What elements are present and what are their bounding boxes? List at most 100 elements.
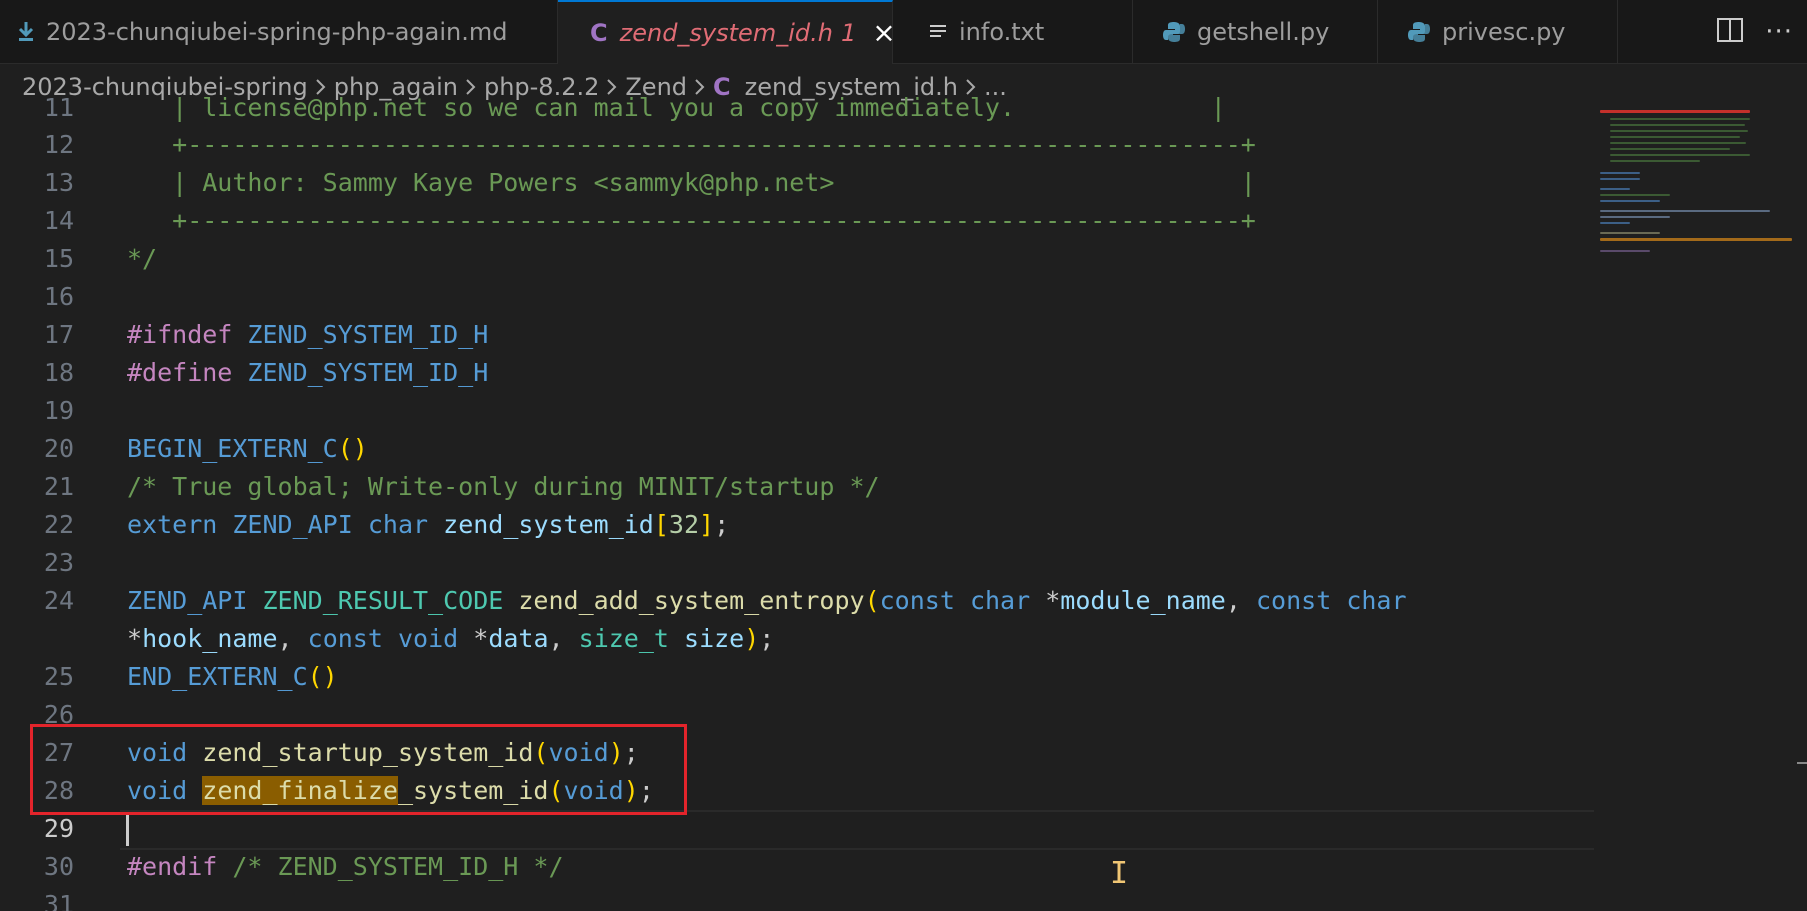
- minimap-line: [1610, 154, 1750, 156]
- code-line: #ifndef ZEND_SYSTEM_ID_H: [127, 316, 488, 354]
- minimap-line: [1610, 118, 1750, 120]
- token: data: [488, 624, 549, 653]
- line-number: 20: [43, 434, 74, 463]
- chevron-right-icon: [606, 78, 618, 96]
- vertical-scrollbar[interactable]: [1793, 110, 1807, 911]
- code-line: +---------------------------------------…: [127, 130, 1256, 159]
- minimap-line: [1600, 222, 1630, 224]
- code-line: +---------------------------------------…: [127, 206, 1256, 235]
- chevron-right-icon: [694, 78, 706, 96]
- line-number: 16: [43, 282, 74, 311]
- chevron-right-icon: [965, 78, 977, 96]
- annotation-highlight-box: [30, 724, 687, 815]
- line-number: 31: [43, 890, 74, 911]
- token: zend_add_system_entropy: [518, 586, 865, 615]
- line-number: 18: [43, 358, 74, 387]
- code-line: #define ZEND_SYSTEM_ID_H: [127, 354, 488, 392]
- minimap-line: [1600, 194, 1670, 196]
- code-line: */: [127, 244, 158, 273]
- line-number: 12: [43, 130, 74, 159]
- token: zend_system_id: [443, 510, 654, 539]
- token: void: [397, 624, 459, 653]
- c-file-icon: C: [590, 19, 608, 47]
- line-number: 24: [43, 586, 74, 615]
- line-number: 11: [43, 96, 74, 122]
- line-number: 14: [43, 206, 74, 235]
- editor-actions: ···: [1717, 0, 1807, 63]
- minimap-line: [1600, 210, 1770, 212]
- line-number-current: 29: [43, 814, 74, 843]
- minimap-line: [1600, 216, 1670, 218]
- tab-label: getshell.py: [1197, 17, 1330, 46]
- tab-getshell-py[interactable]: getshell.py: [1133, 0, 1378, 63]
- tab-label: 2023-chunqiubei-spring-php-again.md: [46, 17, 508, 46]
- text-lines-icon: [929, 23, 947, 41]
- minimap-line: [1610, 124, 1745, 126]
- line-number: 23: [43, 548, 74, 577]
- current-line-highlight: [120, 810, 1594, 850]
- mouse-ibeam-cursor-icon: I: [1110, 856, 1129, 891]
- minimap-line: [1600, 172, 1640, 174]
- python-icon: [1408, 21, 1430, 43]
- token: ZEND_API: [127, 586, 248, 615]
- minimap-line: [1610, 136, 1740, 138]
- minimap-line: [1610, 142, 1746, 144]
- code-editor[interactable]: 11 12 13 14 15 16 17 18 19 20 21 22 23 2…: [0, 96, 1600, 911]
- line-number: 13: [43, 168, 74, 197]
- tab-label: info.txt: [959, 17, 1045, 46]
- token: 32: [668, 510, 700, 539]
- code-line: /* True global; Write-only during MINIT/…: [127, 472, 880, 501]
- token: /* ZEND_SYSTEM_ID_H */: [232, 852, 564, 881]
- chevron-right-icon: [465, 78, 477, 96]
- code-line-wrapped: *hook_name, const void *data, size_t siz…: [127, 624, 775, 653]
- token: #ifndef: [127, 320, 233, 349]
- token: const: [307, 624, 383, 653]
- minimap-line: [1610, 148, 1730, 150]
- line-number: 19: [43, 396, 74, 425]
- minimap-line: [1600, 250, 1650, 252]
- minimap[interactable]: [1600, 110, 1792, 911]
- code-line: END_EXTERN_C(): [127, 662, 338, 691]
- minimap-line: [1610, 130, 1748, 132]
- token: #endif: [127, 852, 218, 881]
- minimap-line: [1600, 200, 1660, 202]
- tab-label: privesc.py: [1442, 17, 1566, 46]
- token: ZEND_API: [232, 510, 353, 539]
- tab-markdown-file[interactable]: 2023-chunqiubei-spring-php-again.md: [0, 0, 558, 63]
- minimap-line: [1600, 232, 1660, 234]
- editor-tab-bar: 2023-chunqiubei-spring-php-again.md C ze…: [0, 0, 1807, 64]
- line-number: 15: [43, 244, 74, 273]
- token: const: [879, 586, 955, 615]
- python-icon: [1163, 21, 1185, 43]
- markdown-download-icon: [18, 21, 34, 42]
- code-line: extern ZEND_API char zend_system_id[32];: [127, 510, 730, 539]
- token: module_name: [1060, 586, 1226, 615]
- tab-privesc-py[interactable]: privesc.py: [1378, 0, 1618, 63]
- tab-zend-system-id-h[interactable]: C zend_system_id.h 1 ×: [558, 0, 893, 64]
- code-line: BEGIN_EXTERN_C(): [127, 434, 368, 463]
- token: ZEND_SYSTEM_ID_H: [247, 358, 489, 387]
- code-line: | license@php.net so we can mail you a c…: [127, 96, 1226, 122]
- token: char: [367, 510, 429, 539]
- code-line: ZEND_API ZEND_RESULT_CODE zend_add_syste…: [127, 586, 1407, 615]
- token: char: [969, 586, 1031, 615]
- code-line: | Author: Sammy Kaye Powers <sammyk@php.…: [127, 168, 1256, 197]
- line-number: 25: [43, 662, 74, 691]
- close-tab-icon[interactable]: ×: [872, 19, 892, 47]
- token: #define: [127, 358, 233, 387]
- line-number: 17: [43, 320, 74, 349]
- token: const: [1255, 586, 1332, 615]
- minimap-line: [1600, 178, 1640, 180]
- problem-count-badge: 1: [840, 19, 857, 47]
- token: size: [684, 624, 745, 653]
- more-actions-icon[interactable]: ···: [1765, 17, 1793, 47]
- token: extern: [127, 510, 218, 539]
- scrollbar-cursor-marker: [1797, 762, 1807, 764]
- minimap-match-marker: [1600, 238, 1792, 241]
- line-number: 21: [43, 472, 74, 501]
- split-editor-icon[interactable]: [1717, 17, 1744, 46]
- token: char: [1346, 586, 1407, 615]
- line-number: 30: [43, 852, 74, 881]
- tab-info-txt[interactable]: info.txt: [893, 0, 1133, 63]
- token: ZEND_SYSTEM_ID_H: [247, 320, 489, 349]
